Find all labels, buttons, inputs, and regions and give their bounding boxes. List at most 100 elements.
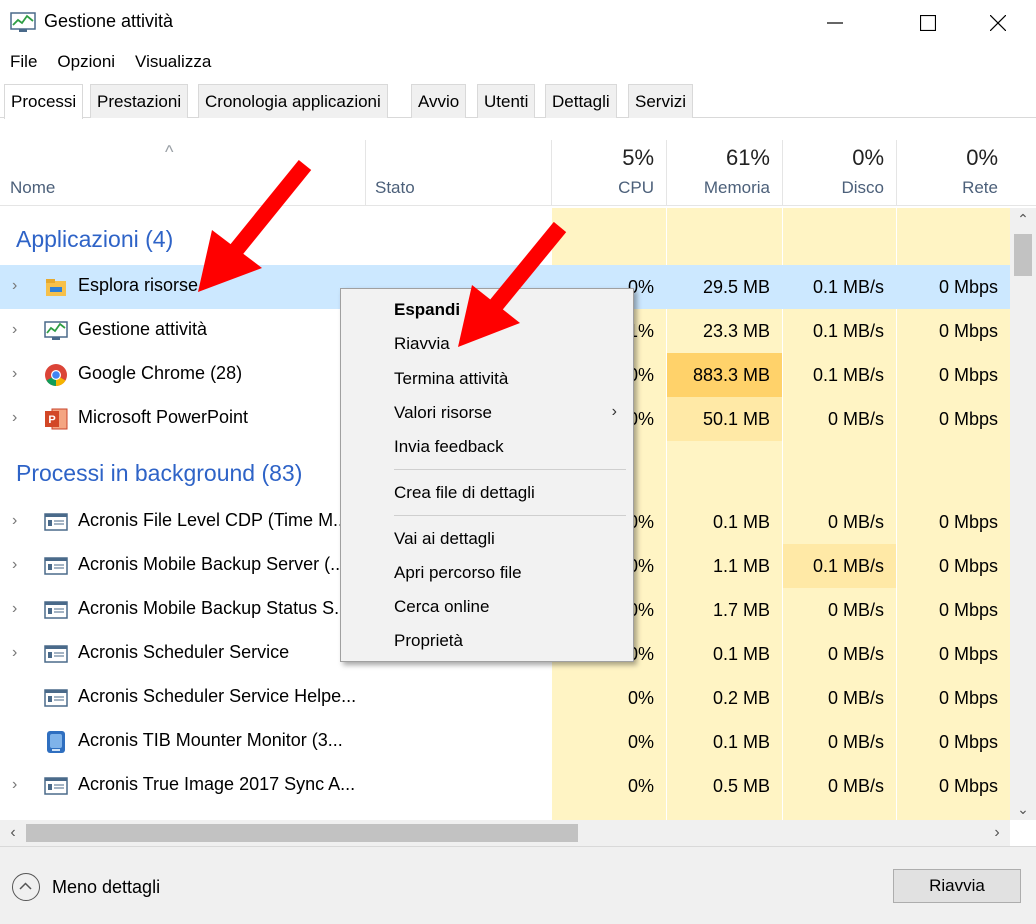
menu-file[interactable]: File <box>0 50 47 76</box>
minimize-button[interactable] <box>800 0 870 46</box>
horizontal-scroll-thumb[interactable] <box>26 824 578 842</box>
menu-bar: File Opzioni Visualizza <box>0 50 221 76</box>
network-value: 0 Mbps <box>938 512 998 532</box>
process-row-bg[interactable]: › Acronis True Image 2017 Sync A... 0% 0… <box>0 764 1010 808</box>
expand-chevron-icon[interactable]: › <box>12 556 26 574</box>
tab-strip: Processi Prestazioni Cronologia applicaz… <box>0 84 1036 119</box>
process-name: Acronis TIB Mounter Monitor (3... <box>78 730 343 750</box>
service-icon <box>44 557 68 575</box>
disk-value: 0.1 MB/s <box>812 277 884 297</box>
disk-value: 0 MB/s <box>827 688 884 708</box>
submenu-arrow-icon: › <box>611 403 617 420</box>
cpu-total: 5% <box>622 145 654 170</box>
memory-value: 1.7 MB <box>712 600 770 620</box>
network-value: 0 Mbps <box>938 732 998 752</box>
menu-item-end-task[interactable]: Termina attività <box>394 369 508 389</box>
header-status-label: Stato <box>375 178 415 197</box>
menu-options[interactable]: Opzioni <box>47 50 125 76</box>
scroll-down-icon[interactable]: ⌄ <box>1010 798 1036 820</box>
menu-view[interactable]: Visualizza <box>125 50 221 76</box>
service-icon <box>44 645 68 663</box>
menu-item-feedback[interactable]: Invia feedback <box>394 437 504 457</box>
annotation-arrow-icon <box>458 221 567 347</box>
menu-item-restart[interactable]: Riavvia <box>394 334 450 354</box>
disk-value: 0 MB/s <box>827 776 884 796</box>
powerpoint-icon: P <box>45 408 68 430</box>
window-title: Gestione attività <box>44 11 174 31</box>
menu-item-search-online[interactable]: Cerca online <box>394 597 489 617</box>
menu-item-create-dump[interactable]: Crea file di dettagli <box>394 483 535 503</box>
group-header-background[interactable]: Processi in background (83) <box>16 460 302 487</box>
scroll-left-icon[interactable]: ‹ <box>0 820 26 846</box>
vertical-scroll-thumb[interactable] <box>1014 234 1032 276</box>
svg-text:P: P <box>48 414 55 426</box>
tab-dettagli[interactable]: Dettagli <box>545 84 617 118</box>
cpu-value: 0% <box>627 732 654 752</box>
network-value: 0 Mbps <box>938 365 998 385</box>
task-manager-icon <box>44 321 68 340</box>
tab-utenti[interactable]: Utenti <box>477 84 536 118</box>
expand-chevron-icon[interactable]: › <box>12 409 26 427</box>
process-row-bg[interactable]: Acronis Scheduler Service Helpe... 0% 0.… <box>0 676 1010 720</box>
restart-button[interactable]: Riavvia <box>893 869 1021 903</box>
service-icon <box>44 689 68 707</box>
expand-chevron-icon[interactable]: › <box>12 365 26 383</box>
menu-item-go-to-details[interactable]: Vai ai dettagli <box>394 529 495 549</box>
network-value: 0 Mbps <box>938 277 998 297</box>
header-memory[interactable]: 61% Memoria <box>667 140 783 206</box>
tab-cronologia[interactable]: Cronologia applicazioni <box>198 84 388 118</box>
maximize-button[interactable] <box>893 0 963 46</box>
menu-item-resource-values[interactable]: Valori risorse <box>394 403 492 423</box>
header-disk[interactable]: 0% Disco <box>783 140 897 206</box>
process-name: Acronis Mobile Backup Server (... <box>78 554 346 574</box>
expand-chevron-icon[interactable]: › <box>12 600 26 618</box>
memory-value: 0.5 MB <box>712 776 770 796</box>
annotation-arrow-icon <box>198 159 312 292</box>
horizontal-scrollbar[interactable]: ‹ › <box>0 820 1010 846</box>
title-bar: Gestione attività <box>0 0 1036 46</box>
process-name: Microsoft PowerPoint <box>78 407 249 427</box>
process-row-bg[interactable]: Acronis TIB Mounter Monitor (3... 0% 0.1… <box>0 720 1010 764</box>
memory-value: 883.3 MB <box>667 353 782 397</box>
menu-item-properties[interactable]: Proprietà <box>394 631 463 651</box>
tab-processi[interactable]: Processi <box>4 84 84 119</box>
tab-prestazioni[interactable]: Prestazioni <box>90 84 189 118</box>
scroll-up-icon[interactable]: ⌃ <box>1010 208 1036 230</box>
memory-value: 0.1 MB <box>712 512 770 532</box>
header-status[interactable]: Stato <box>366 140 552 206</box>
network-value: 0 Mbps <box>938 688 998 708</box>
disk-icon <box>47 731 65 753</box>
network-value: 0 Mbps <box>938 321 998 341</box>
tab-avvio[interactable]: Avvio <box>411 84 467 118</box>
menu-separator <box>394 515 626 516</box>
header-cpu[interactable]: 5% CPU <box>552 140 667 206</box>
footer: Meno dettagli Riavvia <box>0 846 1036 924</box>
close-button[interactable] <box>963 0 1033 46</box>
expand-chevron-icon[interactable]: › <box>12 277 26 295</box>
expand-chevron-icon[interactable]: › <box>12 644 26 662</box>
maximize-icon <box>920 15 936 31</box>
group-header-apps[interactable]: Applicazioni (4) <box>16 226 173 253</box>
process-name: Acronis True Image 2017 Sync A... <box>78 774 356 794</box>
scroll-right-icon[interactable]: › <box>984 820 1010 846</box>
expand-chevron-icon[interactable]: › <box>12 321 26 339</box>
collapse-up-icon[interactable] <box>12 873 40 901</box>
cpu-value: 0% <box>627 776 654 796</box>
memory-value: 23.3 MB <box>702 321 770 341</box>
column-header: ^ Nome Stato 5% CPU 61% Memoria 0% Disco… <box>0 140 1036 206</box>
cpu-value: 0% <box>627 688 654 708</box>
disk-value: 0 MB/s <box>827 644 884 664</box>
tab-servizi[interactable]: Servizi <box>628 84 694 118</box>
less-details-link[interactable]: Meno dettagli <box>52 877 160 898</box>
expand-chevron-icon[interactable]: › <box>12 512 26 530</box>
memory-total: 61% <box>725 145 770 170</box>
expand-chevron-icon[interactable]: › <box>12 776 26 794</box>
menu-separator <box>394 469 626 470</box>
vertical-scrollbar[interactable]: ⌃ ⌄ <box>1010 208 1036 820</box>
service-icon <box>44 601 68 619</box>
disk-value: 0.1 MB/s <box>783 544 896 588</box>
header-cpu-label: CPU <box>618 178 654 197</box>
process-name: Google Chrome (28) <box>78 363 243 383</box>
header-network[interactable]: 0% Rete <box>897 140 1010 206</box>
menu-item-open-file-location[interactable]: Apri percorso file <box>394 563 522 583</box>
